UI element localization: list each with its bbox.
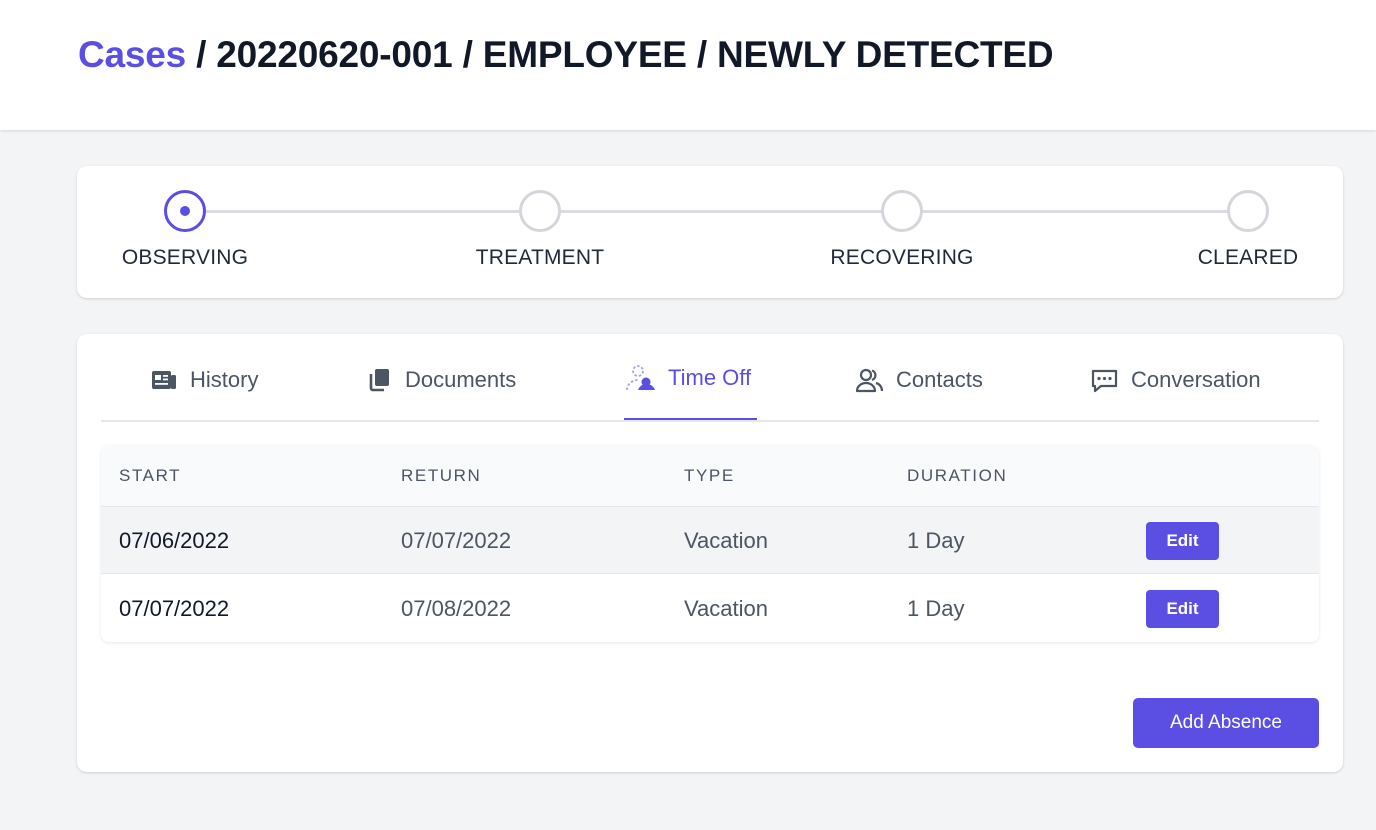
cell-type: Vacation (684, 596, 768, 621)
step-cleared-indicator[interactable] (1227, 190, 1269, 232)
tab-conversation[interactable]: Conversation (1090, 362, 1261, 398)
add-absence-button[interactable]: Add Absence (1133, 698, 1319, 748)
tab-contacts[interactable]: Contacts (855, 362, 983, 398)
column-header-type: TYPE (684, 466, 735, 485)
newspaper-icon (151, 368, 178, 392)
stepper-track (185, 210, 1248, 213)
breadcrumb-current: / 20220620-001 / EMPLOYEE / NEWLY DETECT… (186, 34, 1054, 75)
cell-start: 07/07/2022 (119, 596, 230, 621)
time-off-table: START RETURN TYPE DURATION 07/06/2022 07… (101, 445, 1319, 642)
edit-button[interactable]: Edit (1146, 590, 1219, 628)
cell-duration: 1 Day (907, 596, 965, 621)
cell-duration: 1 Day (907, 528, 965, 553)
step-treatment-indicator[interactable] (519, 190, 561, 232)
step-label-cleared: CLEARED (1197, 246, 1299, 269)
tab-conversation-label: Conversation (1131, 367, 1261, 392)
tab-time-off[interactable]: Time Off (624, 360, 751, 396)
tab-history-label: History (190, 367, 259, 392)
step-observing-indicator[interactable] (164, 190, 206, 232)
documents-icon (367, 367, 393, 393)
tab-documents-label: Documents (405, 367, 517, 392)
tab-bar-divider (101, 420, 1319, 422)
chat-icon (1090, 367, 1119, 393)
breadcrumb: Cases / 20220620-001 / EMPLOYEE / NEWLY … (78, 34, 1054, 76)
table-header: START RETURN TYPE DURATION (101, 445, 1319, 507)
user-time-off-icon (624, 363, 656, 393)
status-stepper (77, 166, 1343, 298)
cell-type: Vacation (684, 528, 768, 553)
users-icon (855, 367, 884, 393)
cell-return: 07/07/2022 (401, 528, 512, 553)
column-header-duration: DURATION (907, 466, 1008, 485)
step-label-observing: OBSERVING (121, 246, 249, 269)
step-label-treatment: TREATMENT (475, 246, 605, 269)
tab-history[interactable]: History (151, 362, 258, 398)
cell-return: 07/08/2022 (401, 596, 512, 621)
table-row: 07/06/2022 07/07/2022 Vacation 1 Day Edi… (101, 507, 1319, 574)
edit-button[interactable]: Edit (1146, 522, 1219, 560)
breadcrumb-cases-link[interactable]: Cases (78, 34, 186, 75)
column-header-start: START (119, 466, 182, 485)
page-header: Cases / 20220620-001 / EMPLOYEE / NEWLY … (0, 0, 1376, 130)
tab-documents[interactable]: Documents (367, 362, 516, 398)
table-row: 07/07/2022 07/08/2022 Vacation 1 Day Edi… (101, 575, 1319, 642)
active-dot-icon (180, 206, 190, 216)
column-header-return: RETURN (401, 466, 482, 485)
tab-contacts-label: Contacts (896, 367, 983, 392)
cell-start: 07/06/2022 (119, 528, 230, 553)
tab-time-off-label: Time Off (668, 365, 752, 390)
step-recovering-indicator[interactable] (881, 190, 923, 232)
step-label-recovering: RECOVERING (830, 246, 974, 269)
